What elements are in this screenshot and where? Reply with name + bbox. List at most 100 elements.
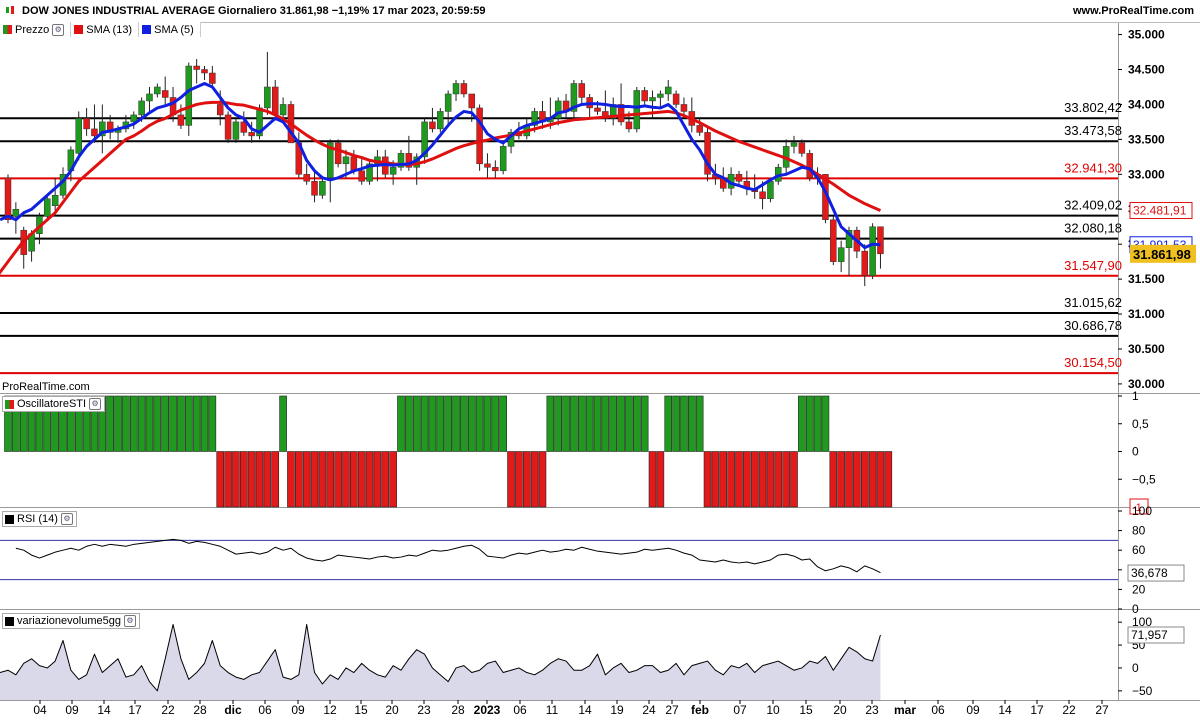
sti-bar bbox=[648, 451, 657, 508]
sti-bar bbox=[279, 395, 287, 452]
sti-bar bbox=[200, 395, 209, 452]
candle-body bbox=[657, 93, 664, 98]
sti-bar bbox=[538, 451, 547, 508]
sti-bar bbox=[475, 395, 484, 452]
sti-bar bbox=[365, 451, 374, 508]
sti-bar bbox=[656, 451, 665, 508]
legend-price[interactable]: Prezzo ⚙ bbox=[0, 22, 72, 37]
sti-bar bbox=[247, 451, 256, 508]
site-link[interactable]: www.ProRealTime.com bbox=[1073, 5, 1194, 17]
sti-bar bbox=[208, 395, 217, 452]
level-label: 32.409,02 bbox=[1064, 198, 1122, 213]
candle-body bbox=[790, 142, 798, 147]
sti-bar bbox=[122, 395, 130, 452]
sti-bar bbox=[420, 395, 429, 452]
x-tick-label: 28 bbox=[193, 703, 207, 717]
vol-swatch-icon bbox=[5, 616, 14, 626]
sti-bar bbox=[876, 451, 885, 508]
x-tick-label: 19 bbox=[610, 703, 624, 717]
candle-body bbox=[193, 65, 200, 70]
rsi-tick-label: 80 bbox=[1132, 524, 1146, 538]
sti-bar bbox=[750, 451, 759, 508]
candle-body bbox=[460, 83, 468, 95]
x-tick-label: 17 bbox=[128, 703, 142, 717]
sti-bar bbox=[232, 451, 240, 508]
sti-bar bbox=[310, 451, 319, 508]
legend-sma5[interactable]: SMA (5) bbox=[139, 22, 201, 37]
rsi-panel-label[interactable]: RSI (14) ⚙ bbox=[2, 511, 77, 527]
x-tick-label: 14 bbox=[998, 703, 1012, 717]
sti-bar bbox=[177, 395, 185, 452]
candle-body bbox=[185, 65, 193, 126]
wrench-icon[interactable]: ⚙ bbox=[52, 23, 65, 36]
sti-bar bbox=[467, 395, 476, 452]
title-bar: DOW JONES INDUSTRIAL AVERAGE Giornaliero… bbox=[0, 0, 1200, 23]
sti-bar bbox=[302, 451, 311, 508]
x-tick-label: mar bbox=[894, 703, 916, 717]
sti-bar bbox=[868, 451, 877, 508]
x-tick-label: 27 bbox=[1095, 703, 1109, 717]
sti-bar bbox=[507, 451, 515, 508]
rsi-swatch-icon bbox=[5, 514, 14, 524]
sma5-swatch-icon bbox=[142, 25, 152, 34]
sti-bar bbox=[287, 451, 295, 508]
sti-bar bbox=[357, 451, 366, 508]
candle-body bbox=[248, 132, 255, 137]
sma13-last-value: 32.481,91 bbox=[1133, 204, 1187, 218]
wrench-icon[interactable]: ⚙ bbox=[60, 513, 73, 525]
sti-bar bbox=[829, 451, 838, 508]
sti-bar bbox=[491, 395, 500, 452]
x-tick-label: 20 bbox=[385, 703, 399, 717]
sti-bar bbox=[813, 395, 822, 452]
x-tick-label: 2023 bbox=[474, 703, 501, 717]
candle-body bbox=[798, 142, 806, 154]
x-tick-label: 11 bbox=[546, 703, 559, 717]
candle-body bbox=[492, 167, 499, 172]
sti-bar bbox=[845, 451, 853, 508]
candle-body bbox=[830, 219, 837, 262]
x-tick-label: dic bbox=[224, 703, 242, 717]
candle-body bbox=[625, 121, 633, 130]
x-tick-label: 22 bbox=[1062, 703, 1076, 717]
sti-bar bbox=[161, 395, 169, 452]
vol-panel-label[interactable]: variazionevolume5gg ⚙ bbox=[2, 613, 140, 629]
candle-body bbox=[358, 170, 365, 182]
sti-bar bbox=[640, 395, 649, 452]
candle-body bbox=[664, 86, 672, 95]
sti-bar bbox=[585, 395, 594, 452]
candle-body bbox=[232, 121, 240, 140]
candlestick-icon bbox=[6, 6, 14, 14]
candle-body bbox=[806, 153, 813, 179]
price-tick-label: 34.000 bbox=[1128, 97, 1165, 111]
x-tick-label: 10 bbox=[766, 703, 780, 717]
sti-bar bbox=[216, 451, 225, 508]
sti-bar bbox=[782, 451, 790, 508]
legend-sma13[interactable]: SMA (13) bbox=[71, 22, 140, 37]
candle-body bbox=[837, 247, 845, 262]
sti-bar bbox=[837, 451, 845, 508]
x-tick-label: 06 bbox=[258, 703, 272, 717]
sti-bar bbox=[114, 395, 122, 452]
sti-tick-label: 0,5 bbox=[1132, 417, 1149, 431]
candle-body bbox=[594, 107, 601, 112]
sti-bar bbox=[884, 451, 893, 508]
sti-bar bbox=[318, 451, 327, 508]
sti-bar bbox=[145, 395, 154, 452]
sti-bar bbox=[860, 451, 869, 508]
wrench-icon[interactable]: ⚙ bbox=[123, 615, 136, 627]
candle-body bbox=[319, 181, 326, 196]
sti-bar bbox=[255, 451, 264, 508]
candle-body bbox=[578, 83, 586, 98]
sti-bar bbox=[758, 451, 767, 508]
sti-bar bbox=[672, 395, 680, 452]
level-label: 33.802,42 bbox=[1064, 100, 1122, 115]
candle-body bbox=[138, 100, 145, 116]
candle-body bbox=[861, 250, 868, 276]
candle-body bbox=[499, 146, 507, 172]
sti-panel-label[interactable]: OscillatoreSTI ⚙ bbox=[2, 396, 106, 412]
candle-body bbox=[484, 163, 491, 168]
sti-label: OscillatoreSTI bbox=[17, 398, 87, 410]
sti-bar bbox=[735, 451, 743, 508]
rsi-line bbox=[15, 538, 881, 574]
wrench-icon[interactable]: ⚙ bbox=[89, 398, 102, 410]
